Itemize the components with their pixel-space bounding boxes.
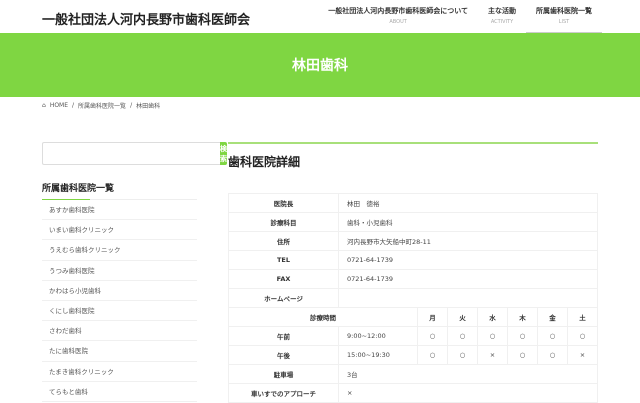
page-title: 林田歯科 <box>292 58 348 74</box>
breadcrumb-list[interactable]: 所属歯科医院一覧 <box>78 101 126 110</box>
table-row: 医院長 林田 徳裕 <box>228 193 598 213</box>
table-row: 駐車場 3台 <box>228 364 598 384</box>
table-row: 午前 9:00~12:00 ○ ○ ○ ○ ○ ○ <box>228 326 598 346</box>
table-row: FAX 0721-64-1739 <box>228 269 598 289</box>
availability-mark: ○ <box>507 345 538 365</box>
sidebar-item[interactable]: かわはら小児歯科 <box>42 281 197 301</box>
page-hero: 林田歯科 <box>0 33 640 97</box>
availability-mark: × <box>477 345 508 365</box>
availability-mark: ○ <box>417 326 448 346</box>
table-row: TEL 0721-64-1739 <box>228 250 598 270</box>
clinic-detail-table: 医院長 林田 徳裕 診療科目 歯科・小児歯科 住所 河内長野市大矢船中町28-11 TEL 0… <box>228 193 598 403</box>
availability-mark: ○ <box>537 326 568 346</box>
period-label: 午前 <box>228 326 339 346</box>
day-header: 月 <box>417 307 448 327</box>
nav-label: 所属歯科医院一覧 <box>536 7 592 15</box>
day-header: 木 <box>507 307 538 327</box>
nav-about[interactable]: 一般社団法人河内長野市歯科医師会について ABOUT <box>318 6 478 33</box>
row-value <box>338 288 598 308</box>
nav-sub: LIST <box>558 19 570 25</box>
sidebar-item[interactable]: くにし歯科医院 <box>42 301 197 322</box>
nav-activity[interactable]: 主な活動 ACTIVITY <box>478 6 526 33</box>
day-header: 火 <box>447 307 478 327</box>
sidebar-item[interactable]: たまき歯科クリニック <box>42 362 197 382</box>
section-title: 歯科医院詳細 <box>228 142 598 170</box>
availability-mark: ○ <box>447 326 478 346</box>
row-value: 3台 <box>338 364 598 384</box>
row-value: 0721-64-1739 <box>338 250 598 270</box>
row-label: 住所 <box>228 231 339 251</box>
availability-mark: ○ <box>537 345 568 365</box>
row-label: 駐車場 <box>228 364 339 384</box>
global-nav: 一般社団法人河内長野市歯科医師会について ABOUT 主な活動 ACTIVITY 所… <box>318 6 602 33</box>
nav-list[interactable]: 所属歯科医院一覧 LIST <box>526 6 602 33</box>
nav-sub: ABOUT <box>389 19 407 25</box>
clinic-list: あすか歯科医院 いまい歯科クリニック うえむら歯科クリニック うつみ歯科医院 かわはら小… <box>42 200 197 402</box>
row-label: ホームページ <box>228 288 339 308</box>
availability-mark: ○ <box>567 326 598 346</box>
home-icon: ⌂ <box>42 102 46 109</box>
sidebar-item[interactable]: あすか歯科医院 <box>42 200 197 221</box>
day-header: 金 <box>537 307 568 327</box>
day-header: 土 <box>567 307 598 327</box>
table-row: 午後 15:00~19:30 ○ ○ × ○ ○ × <box>228 345 598 365</box>
main-content: 歯科医院詳細 医院長 林田 徳裕 診療科目 歯科・小児歯科 住所 河内長野市大矢船中町28… <box>228 142 598 403</box>
search-button[interactable]: 検索 <box>220 142 227 165</box>
table-row: 住所 河内長野市大矢船中町28-11 <box>228 231 598 251</box>
availability-mark: × <box>567 345 598 365</box>
period-time: 15:00~19:30 <box>338 345 418 365</box>
sidebar-item[interactable]: たに歯科医院 <box>42 341 197 362</box>
nav-label: 一般社団法人河内長野市歯科医師会について <box>328 7 468 15</box>
table-row: 診療科目 歯科・小児歯科 <box>228 212 598 232</box>
row-label: FAX <box>228 269 339 289</box>
availability-mark: ○ <box>477 326 508 346</box>
sidebar-item[interactable]: うつみ歯科医院 <box>42 261 197 281</box>
row-value: 0721-64-1739 <box>338 269 598 289</box>
schedule-header: 診療時間 <box>228 307 418 327</box>
row-label: TEL <box>228 250 339 270</box>
availability-mark: ○ <box>447 345 478 365</box>
breadcrumb-home[interactable]: HOME <box>50 102 68 109</box>
nav-label: 主な活動 <box>488 7 516 15</box>
row-value: 河内長野市大矢船中町28-11 <box>338 231 598 251</box>
breadcrumb: ⌂ HOME / 所属歯科医院一覧 / 林田歯科 <box>42 101 160 110</box>
availability-mark: ○ <box>417 345 448 365</box>
sidebar-item[interactable]: てらもと歯科 <box>42 382 197 402</box>
breadcrumb-current: 林田歯科 <box>136 103 161 110</box>
table-row: 診療時間月火水木金土 <box>228 307 598 327</box>
period-time: 9:00~12:00 <box>338 326 418 346</box>
separator: / <box>72 102 75 109</box>
row-value: 歯科・小児歯科 <box>338 212 598 232</box>
sidebar-item[interactable]: さわだ歯科 <box>42 321 197 342</box>
row-label: 医院長 <box>228 193 339 213</box>
table-row: ホームページ <box>228 288 598 308</box>
search-form: 検索 <box>42 142 227 165</box>
day-header: 水 <box>477 307 508 327</box>
site-header: 一般社団法人河内長野市歯科医師会 一般社団法人河内長野市歯科医師会について ABO… <box>0 0 640 33</box>
sidebar-title: 所属歯科医院一覧 <box>42 181 197 200</box>
nav-sub: ACTIVITY <box>490 19 514 25</box>
site-title[interactable]: 一般社団法人河内長野市歯科医師会 <box>42 9 250 28</box>
search-input[interactable] <box>42 142 220 165</box>
period-label: 午後 <box>228 345 339 365</box>
sidebar-item[interactable]: うえむら歯科クリニック <box>42 240 197 261</box>
row-label: 診療科目 <box>228 212 339 232</box>
separator: / <box>130 102 133 109</box>
sidebar: 検索 所属歯科医院一覧 あすか歯科医院 いまい歯科クリニック うえむら歯科クリニック… <box>42 142 227 402</box>
availability-mark: ○ <box>507 326 538 346</box>
row-value: 林田 徳裕 <box>338 193 598 213</box>
sidebar-item[interactable]: いまい歯科クリニック <box>42 220 197 241</box>
